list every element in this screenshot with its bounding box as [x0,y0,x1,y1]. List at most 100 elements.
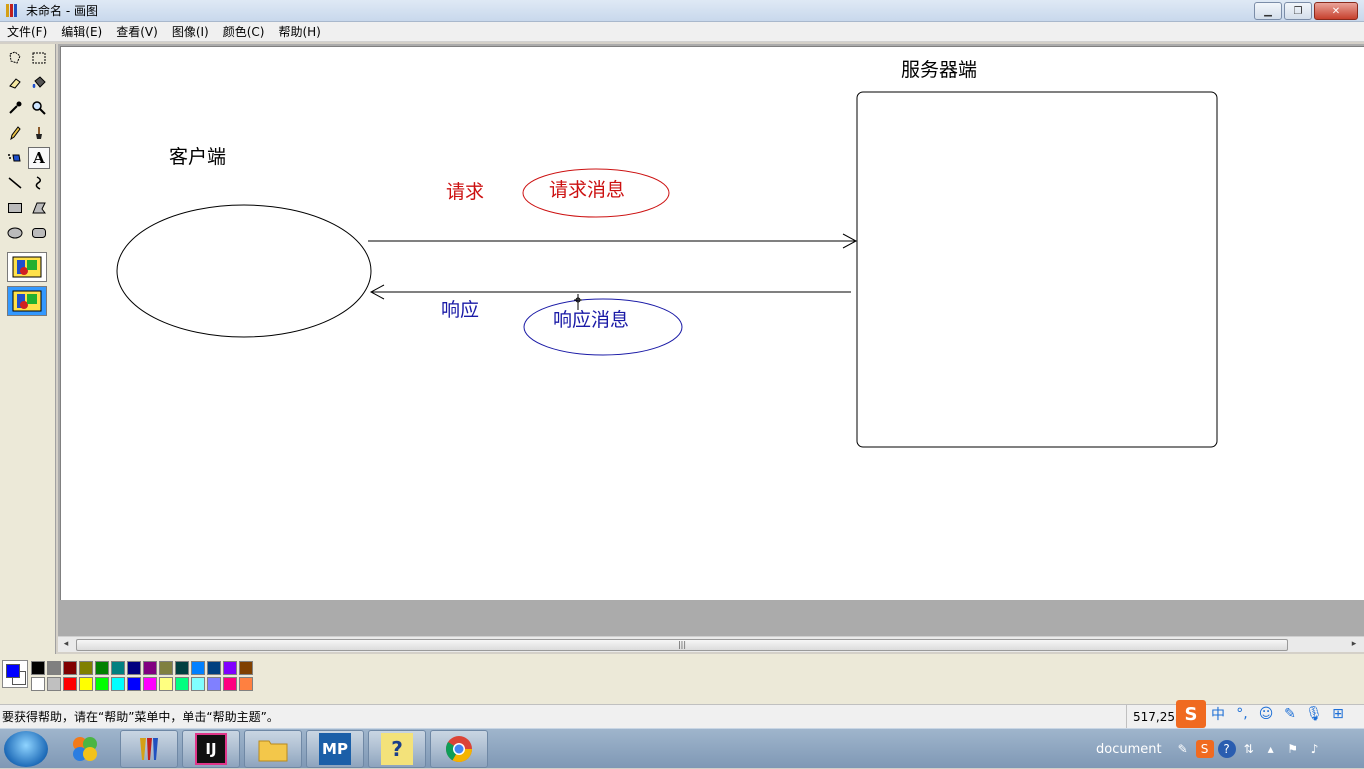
drawing-canvas[interactable]: 客户端 服务器端 请求 请求消息 响应 响应消息 [60,46,1364,600]
palette-swatch[interactable] [143,677,157,691]
fill-tool[interactable] [28,72,50,94]
text-tool[interactable]: A [28,147,50,169]
palette-swatch[interactable] [31,661,45,675]
restore-button[interactable]: ❐ [1284,2,1312,20]
palette-swatch[interactable] [47,661,61,675]
palette-swatch[interactable] [79,677,93,691]
palette-swatch[interactable] [79,661,93,675]
palette-swatch[interactable] [127,677,141,691]
taskbar-media-app[interactable] [56,730,114,768]
sogou-logo-icon[interactable]: S [1176,700,1206,728]
brush-tool[interactable] [28,122,50,144]
scroll-thumb[interactable]: ||| [76,639,1288,651]
taskbar-explorer[interactable] [244,730,302,768]
color-picker-tool[interactable] [4,97,26,119]
tray-sogou-icon[interactable]: S [1195,740,1214,758]
polygon-tool[interactable] [28,197,50,219]
menu-colors[interactable]: 颜色(C) [216,23,272,40]
tray-volume-icon[interactable]: ♪ [1306,740,1324,758]
rect-select-tool[interactable] [28,47,50,69]
ime-toolbar: S 中 °, ☺ ✎ 🎙 ⊞ [1176,700,1364,728]
horizontal-scrollbar[interactable]: ◂ ||| ▸ [58,636,1364,652]
palette-swatch[interactable] [127,661,141,675]
pencil-icon [10,126,21,141]
taskbar-paint[interactable] [120,730,178,768]
palette-swatch[interactable] [159,677,173,691]
minimize-button[interactable]: ▁ [1254,2,1282,20]
ime-chinese-mode-icon[interactable]: 中 [1206,704,1230,724]
current-colors[interactable] [2,660,28,688]
ime-toolbox-icon[interactable]: ⊞ [1326,706,1350,722]
magnifier-icon [32,101,46,115]
scroll-left-button[interactable]: ◂ [60,639,72,651]
taskbar-help-app[interactable]: ? [368,730,426,768]
ime-punctuation-icon[interactable]: °, [1230,706,1254,722]
rounded-rect-tool[interactable] [28,222,50,244]
airbrush-tool[interactable] [4,147,26,169]
palette-swatch[interactable] [111,661,125,675]
tray-flag-icon[interactable]: ⚑ [1284,740,1302,758]
magnifier-tool[interactable] [28,97,50,119]
palette-swatch[interactable] [191,677,205,691]
palette-swatch[interactable] [95,677,109,691]
scroll-right-button[interactable]: ▸ [1348,639,1360,651]
response-label: 响应 [441,299,479,321]
menu-view[interactable]: 查看(V) [109,23,165,40]
palette-swatch[interactable] [191,661,205,675]
tray-document-label[interactable]: document [1096,742,1162,757]
palette-swatch[interactable] [111,677,125,691]
taskbar-chrome[interactable] [430,730,488,768]
taskbar-intellij[interactable]: IJ [182,730,240,768]
window-title: 未命名 - 画图 [26,4,98,18]
menu-file[interactable]: 文件(F) [0,23,54,40]
rectangle-tool[interactable] [4,197,26,219]
palette-swatch[interactable] [143,661,157,675]
curve-tool[interactable] [28,172,50,194]
tray-ime-icon[interactable]: ✎ [1174,740,1192,758]
ime-voice-icon[interactable]: 🎙 [1302,706,1326,722]
system-tray: document ✎ S ? ⇅ ▴ ⚑ ♪ [1096,729,1326,769]
palette-swatch[interactable] [175,677,189,691]
rect-select-icon [32,52,46,64]
ime-emoji-icon[interactable]: ☺ [1254,706,1278,722]
menu-image[interactable]: 图像(I) [165,23,216,40]
palette-swatch[interactable] [223,677,237,691]
menu-edit[interactable]: 编辑(E) [54,23,109,40]
palette-swatch[interactable] [239,677,253,691]
palette-swatch[interactable] [63,677,77,691]
canvas-area: 客户端 服务器端 请求 请求消息 响应 响应消息 [58,44,1364,636]
status-bar: 要获得帮助，请在“帮助”菜单中，单击“帮助主题”。 517,253 [0,704,1364,729]
palette-swatch[interactable] [95,661,109,675]
eraser-tool[interactable] [4,72,26,94]
palette-swatch[interactable] [223,661,237,675]
ime-handwriting-icon[interactable]: ✎ [1278,706,1302,722]
start-button[interactable] [4,731,48,767]
airbrush-icon [8,154,21,162]
opaque-shapes-icon [12,256,42,278]
ellipse-tool[interactable] [4,222,26,244]
pencil-tool[interactable] [4,122,26,144]
palette-swatch[interactable] [47,677,61,691]
menu-help[interactable]: 帮助(H) [271,23,327,40]
tray-network-icon[interactable]: ⇅ [1240,740,1258,758]
opaque-background-option[interactable] [7,252,47,282]
palette-swatch[interactable] [175,661,189,675]
palette-swatch[interactable] [31,677,45,691]
line-tool[interactable] [4,172,26,194]
palette-swatch[interactable] [207,661,221,675]
mp-app-icon: MP [319,733,351,765]
tray-show-hidden-icon[interactable]: ▴ [1262,740,1280,758]
color-picker-icon [9,101,22,114]
palette-swatch[interactable] [63,661,77,675]
status-help-text: 要获得帮助，请在“帮助”菜单中，单击“帮助主题”。 [2,710,279,724]
ellipse-icon [7,227,23,239]
palette-swatch[interactable] [159,661,173,675]
palette-swatch[interactable] [207,677,221,691]
tray-help-icon[interactable]: ? [1217,740,1236,758]
palette-swatch[interactable] [239,661,253,675]
taskbar-mp-app[interactable]: MP [306,730,364,768]
transparent-background-option[interactable] [7,286,47,316]
close-button[interactable]: ✕ [1314,2,1358,20]
free-select-tool[interactable] [4,47,26,69]
request-label: 请求 [446,181,484,203]
